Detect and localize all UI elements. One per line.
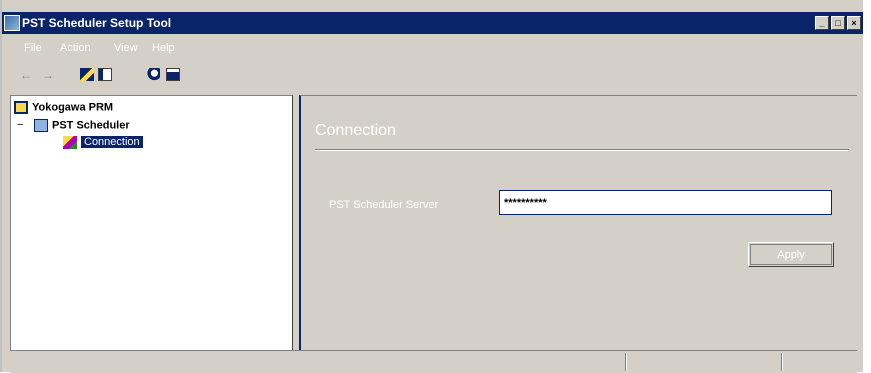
menu-file[interactable]: File	[24, 42, 42, 54]
tree-item-label: PST Scheduler	[52, 119, 130, 132]
menu-bar: File Action View Help	[2, 38, 863, 58]
show-hide-tree-icon[interactable]	[98, 68, 112, 81]
menu-action[interactable]: Action	[60, 42, 91, 54]
maximize-button[interactable]: □	[831, 16, 845, 30]
scheduler-icon	[34, 119, 48, 132]
main-window: PST Scheduler Setup Tool _ □ × File Acti…	[0, 0, 863, 373]
up-folder-icon[interactable]	[80, 68, 94, 81]
connection-icon	[63, 136, 77, 149]
forward-icon[interactable]: →	[42, 67, 54, 83]
apply-button[interactable]: Apply	[748, 242, 834, 267]
status-divider	[625, 353, 627, 371]
console-icon[interactable]	[166, 68, 180, 81]
prm-icon	[14, 101, 28, 114]
toolbar: ← →	[2, 64, 863, 88]
back-icon[interactable]: ←	[20, 67, 32, 83]
section-heading: Connection	[315, 122, 396, 139]
server-input[interactable]	[499, 190, 832, 215]
tree-item-label: Yokogawa PRM	[32, 101, 114, 114]
tree-item-label: Connection	[81, 136, 143, 149]
title-bar[interactable]: PST Scheduler Setup Tool _ □ ×	[2, 12, 863, 34]
window-title: PST Scheduler Setup Tool	[22, 16, 172, 30]
status-bar	[10, 350, 857, 373]
minimize-button[interactable]: _	[815, 16, 829, 30]
tree-item-pst-scheduler[interactable]: − PST Scheduler	[17, 119, 130, 132]
tree-item-connection[interactable]: Connection	[63, 136, 143, 149]
tree-item-yokogawa-prm[interactable]: Yokogawa PRM	[14, 101, 113, 114]
menu-help[interactable]: Help	[152, 42, 175, 54]
app-icon	[4, 15, 20, 31]
details-pane: Connection PST Scheduler Server Apply	[299, 95, 857, 351]
server-label: PST Scheduler Server	[329, 199, 439, 211]
console-tree: Yokogawa PRM − PST Scheduler Connection	[10, 95, 293, 351]
menu-view[interactable]: View	[114, 42, 138, 54]
heading-divider	[315, 149, 849, 151]
help-icon[interactable]	[146, 68, 160, 81]
close-button[interactable]: ×	[847, 16, 861, 30]
status-divider	[781, 353, 783, 371]
tree-expander-icon[interactable]: −	[17, 119, 28, 131]
